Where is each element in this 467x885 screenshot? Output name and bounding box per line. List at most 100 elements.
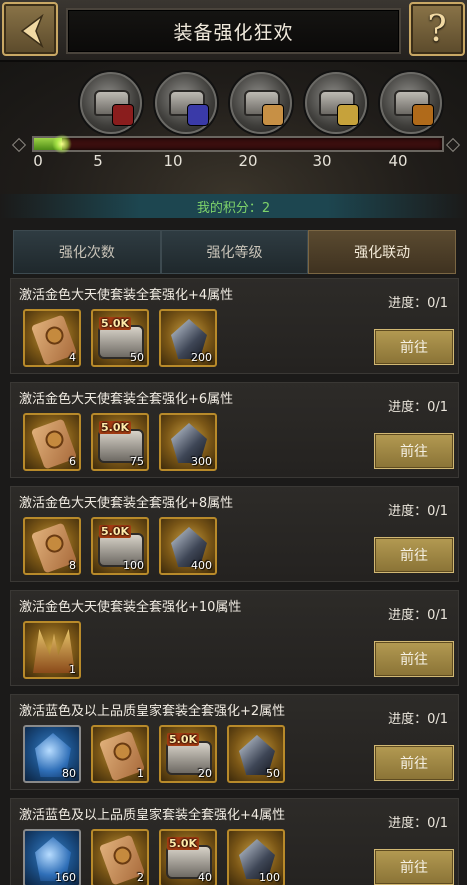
tab-2[interactable]: 强化等级 (160, 230, 309, 274)
reward-item[interactable]: 8 (23, 517, 81, 575)
milestone-panel: 0 5 10 20 30 40 (0, 62, 467, 194)
reward-quantity: 1 (69, 663, 76, 676)
tab-3[interactable]: 强化联动 (308, 230, 457, 274)
page-title: 装备强化狂欢 (173, 21, 294, 44)
reward-item[interactable]: 6 (23, 413, 81, 471)
task-progress: 进度：0/1 (388, 400, 448, 415)
task-row: 激活金色大天使套装全套强化+6属性进度：0/1 6 5.0K 75 300 前往 (10, 382, 459, 478)
go-button[interactable]: 前往 (374, 537, 454, 573)
chevron-left-icon (20, 14, 44, 48)
task-list: 激活金色大天使套装全套强化+4属性 进度：0/1 4 5.0K 50 200 前往 激活金色大… (10, 278, 459, 885)
milestone-chest-40[interactable] (380, 72, 442, 134)
progress-glow-icon (52, 134, 72, 154)
chest-helmet-icon (337, 104, 359, 126)
task-title: 激活金色大天使套装全套强化+4属性 (19, 288, 234, 303)
reward-quantity: 75 (130, 455, 144, 468)
reward-item[interactable]: 1 (91, 725, 149, 783)
back-button[interactable] (2, 2, 58, 56)
task-row: 激活金色大天使套装全套强化+8属性进度：0/1 8 5.0K 100 400 前往 (10, 486, 459, 582)
go-button[interactable]: 前往 (374, 849, 454, 885)
reward-item[interactable]: 200 (159, 309, 217, 367)
milestone-tick-label: 0 (33, 152, 43, 170)
reward-item[interactable]: 2 (91, 829, 149, 885)
task-row: 激活金色大天使套装全套强化+10属性进度：0/1 1 前往 (10, 590, 459, 686)
task-row: 激活金色大天使套装全套强化+4属性进度：0/1 4 5.0K 50 200 前往 (10, 278, 459, 374)
task-progress: 进度：0/1 (388, 712, 448, 727)
tab-bar: 强化次数 强化等级 强化联动 (13, 230, 457, 274)
question-icon: ? (427, 8, 447, 50)
task-progress: 进度：0/1 (388, 608, 448, 623)
reward-item[interactable]: 50 (227, 725, 285, 783)
reward-item[interactable]: 5.0K 40 (159, 829, 217, 885)
tab-1[interactable]: 强化次数 (13, 230, 161, 274)
chest-value-label: 5.0K (99, 525, 132, 538)
milestone-chest-30[interactable] (305, 72, 367, 134)
milestone-tick-label: 20 (238, 152, 258, 170)
reward-item[interactable]: 300 (159, 413, 217, 471)
milestone-chest-10[interactable] (155, 72, 217, 134)
task-row: 激活蓝色及以上品质皇家套装全套强化+2属性进度：0/1 80 1 5.0K 20 50 前往 (10, 694, 459, 790)
bar-left-cap (11, 137, 27, 153)
title-plate: 装备强化狂欢 (66, 8, 401, 54)
reward-item[interactable]: 4 (23, 309, 81, 367)
reward-quantity: 100 (123, 559, 144, 572)
reward-item[interactable]: 5.0K 100 (91, 517, 149, 575)
tab-label: 强化次数 (58, 245, 115, 261)
chest-value-label: 5.0K (167, 837, 200, 850)
go-button[interactable]: 前往 (374, 641, 454, 677)
help-button[interactable]: ? (409, 2, 465, 56)
reward-quantity: 4 (69, 351, 76, 364)
reward-quantity: 50 (130, 351, 144, 364)
score-label: 我的积分：2 (196, 200, 271, 216)
reward-quantity: 1 (137, 767, 144, 780)
task-progress: 进度：0/1 (388, 296, 448, 311)
reward-quantity: 20 (198, 767, 212, 780)
milestone-tick-label: 5 (93, 152, 103, 170)
reward-item[interactable]: 400 (159, 517, 217, 575)
task-progress: 进度：0/1 (388, 816, 448, 831)
reward-quantity: 400 (191, 559, 212, 572)
task-title: 激活金色大天使套装全套强化+10属性 (19, 600, 242, 615)
reward-quantity: 80 (62, 767, 76, 780)
event-screen: { "header": {"title": "装备强化狂欢", "help_la… (0, 0, 467, 885)
reward-item[interactable]: 5.0K 50 (91, 309, 149, 367)
reward-list: 4 5.0K 50 200 (23, 309, 217, 369)
task-title: 激活金色大天使套装全套强化+6属性 (19, 392, 234, 407)
task-title: 激活蓝色及以上品质皇家套装全套强化+2属性 (19, 704, 286, 719)
task-progress: 进度：0/1 (388, 504, 448, 519)
reward-quantity: 50 (266, 767, 280, 780)
go-button[interactable]: 前往 (374, 745, 454, 781)
chest-scroll-icon (262, 104, 284, 126)
reward-list: 8 5.0K 100 400 (23, 517, 217, 577)
chest-box-icon (412, 104, 434, 126)
reward-item[interactable]: 5.0K 75 (91, 413, 149, 471)
reward-quantity: 200 (191, 351, 212, 364)
milestone-tick-label: 10 (163, 152, 183, 170)
milestone-tick-label: 30 (312, 152, 332, 170)
chest-value-label: 5.0K (99, 317, 132, 330)
reward-item[interactable]: 5.0K 20 (159, 725, 217, 783)
reward-item[interactable]: 100 (227, 829, 285, 885)
reward-list: 160 2 5.0K 40 100 (23, 829, 285, 885)
reward-item[interactable]: 1 (23, 621, 81, 679)
reward-list: 80 1 5.0K 20 50 (23, 725, 285, 785)
bar-right-cap (445, 137, 461, 153)
reward-quantity: 160 (55, 871, 76, 884)
tab-label: 强化联动 (354, 245, 411, 261)
header-bar: 装备强化狂欢 ? (0, 0, 467, 62)
milestone-tick-label: 40 (388, 152, 408, 170)
tab-label: 强化等级 (206, 245, 263, 261)
go-button[interactable]: 前往 (374, 433, 454, 469)
task-title: 激活金色大天使套装全套强化+8属性 (19, 496, 234, 511)
chest-value-label: 5.0K (167, 733, 200, 746)
reward-item[interactable]: 160 (23, 829, 81, 885)
milestone-chest-20[interactable] (230, 72, 292, 134)
reward-item[interactable]: 80 (23, 725, 81, 783)
score-strip: 我的积分：2 (0, 194, 467, 218)
milestone-chest-5[interactable] (80, 72, 142, 134)
chest-star-icon (112, 104, 134, 126)
reward-quantity: 300 (191, 455, 212, 468)
go-button[interactable]: 前往 (374, 329, 454, 365)
chest-book-icon (187, 104, 209, 126)
task-row: 激活蓝色及以上品质皇家套装全套强化+4属性 进度：0/1 160 2 5.0K 40 100… (10, 798, 459, 885)
